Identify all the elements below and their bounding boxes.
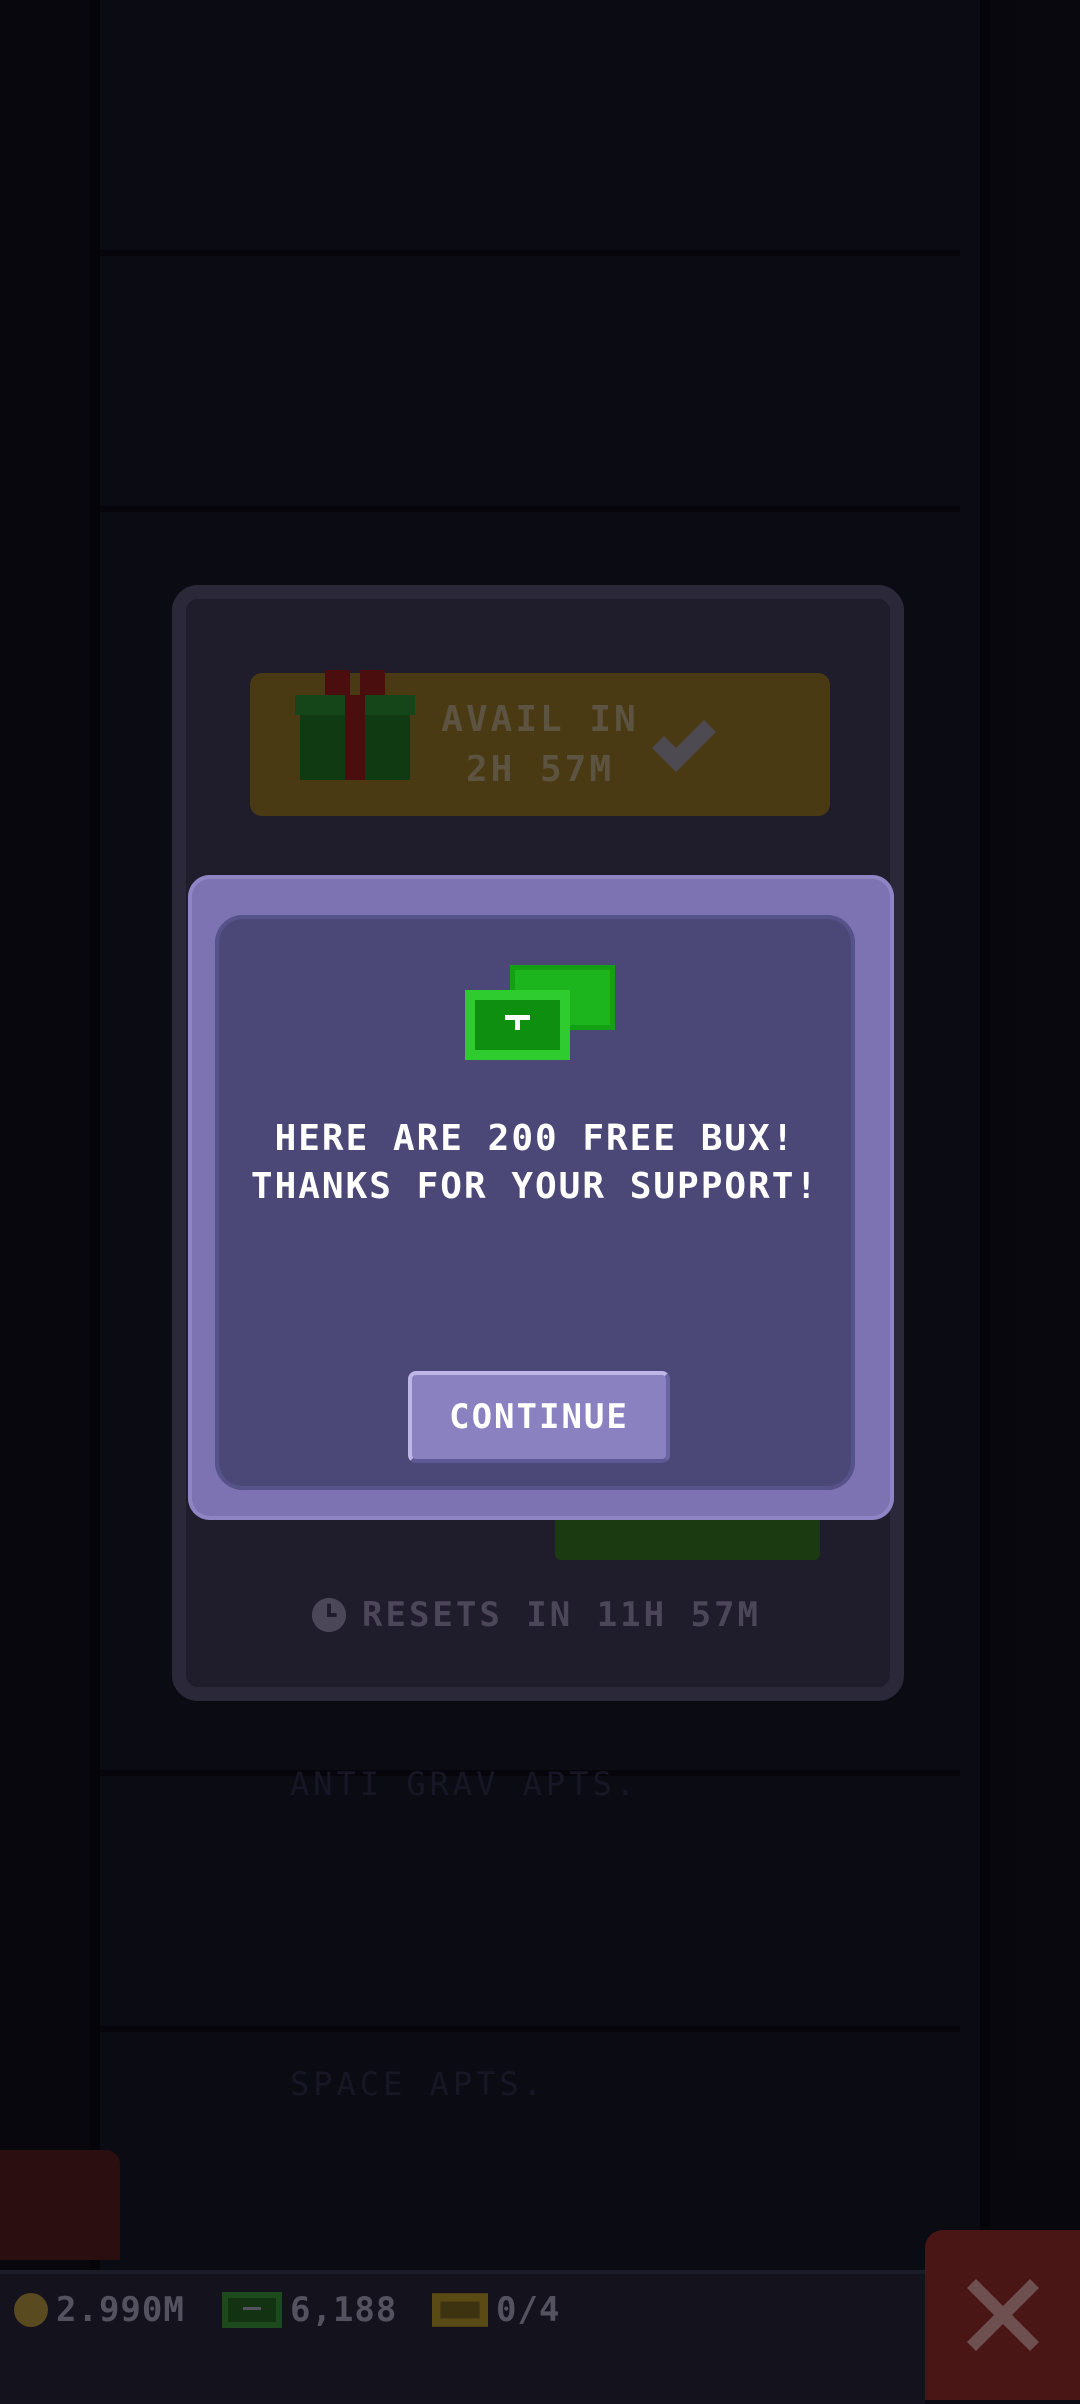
reward-message: HERE ARE 200 FREE BUX! THANKS FOR YOUR S… xyxy=(215,1115,855,1211)
reward-line-1: HERE ARE 200 FREE BUX! xyxy=(274,1118,796,1159)
close-button[interactable] xyxy=(925,2230,1080,2400)
coins-value: 2.990M xyxy=(56,2290,185,2330)
reward-line-2: THANKS FOR YOUR SUPPORT! xyxy=(250,1166,820,1207)
avail-label: AVAIL IN xyxy=(441,699,639,740)
coins-stat: 2.990M xyxy=(14,2290,185,2330)
resets-row: RESETS IN 11H 57M xyxy=(310,1590,761,1640)
avail-time: 2H 57M xyxy=(465,749,615,790)
bux-small-icon xyxy=(222,2292,282,2328)
ticket-icon xyxy=(432,2293,488,2327)
bux-value: 6,188 xyxy=(290,2290,398,2330)
bux-stat: 6,188 xyxy=(222,2290,397,2330)
continue-button[interactable]: CONTINUE xyxy=(408,1371,670,1463)
check-icon xyxy=(652,720,716,772)
resets-text: RESETS IN 11H 57M xyxy=(362,1595,761,1635)
close-icon xyxy=(966,2279,1039,2351)
tickets-stat: 0/4 xyxy=(432,2290,560,2330)
left-menu-tab[interactable] xyxy=(0,2150,120,2260)
avail-timer: AVAIL IN 2H 57M xyxy=(400,695,680,795)
tickets-value: 0/4 xyxy=(496,2290,561,2330)
clock-icon xyxy=(311,1597,347,1633)
bux-icon xyxy=(465,965,615,1060)
coin-icon xyxy=(14,2293,48,2327)
